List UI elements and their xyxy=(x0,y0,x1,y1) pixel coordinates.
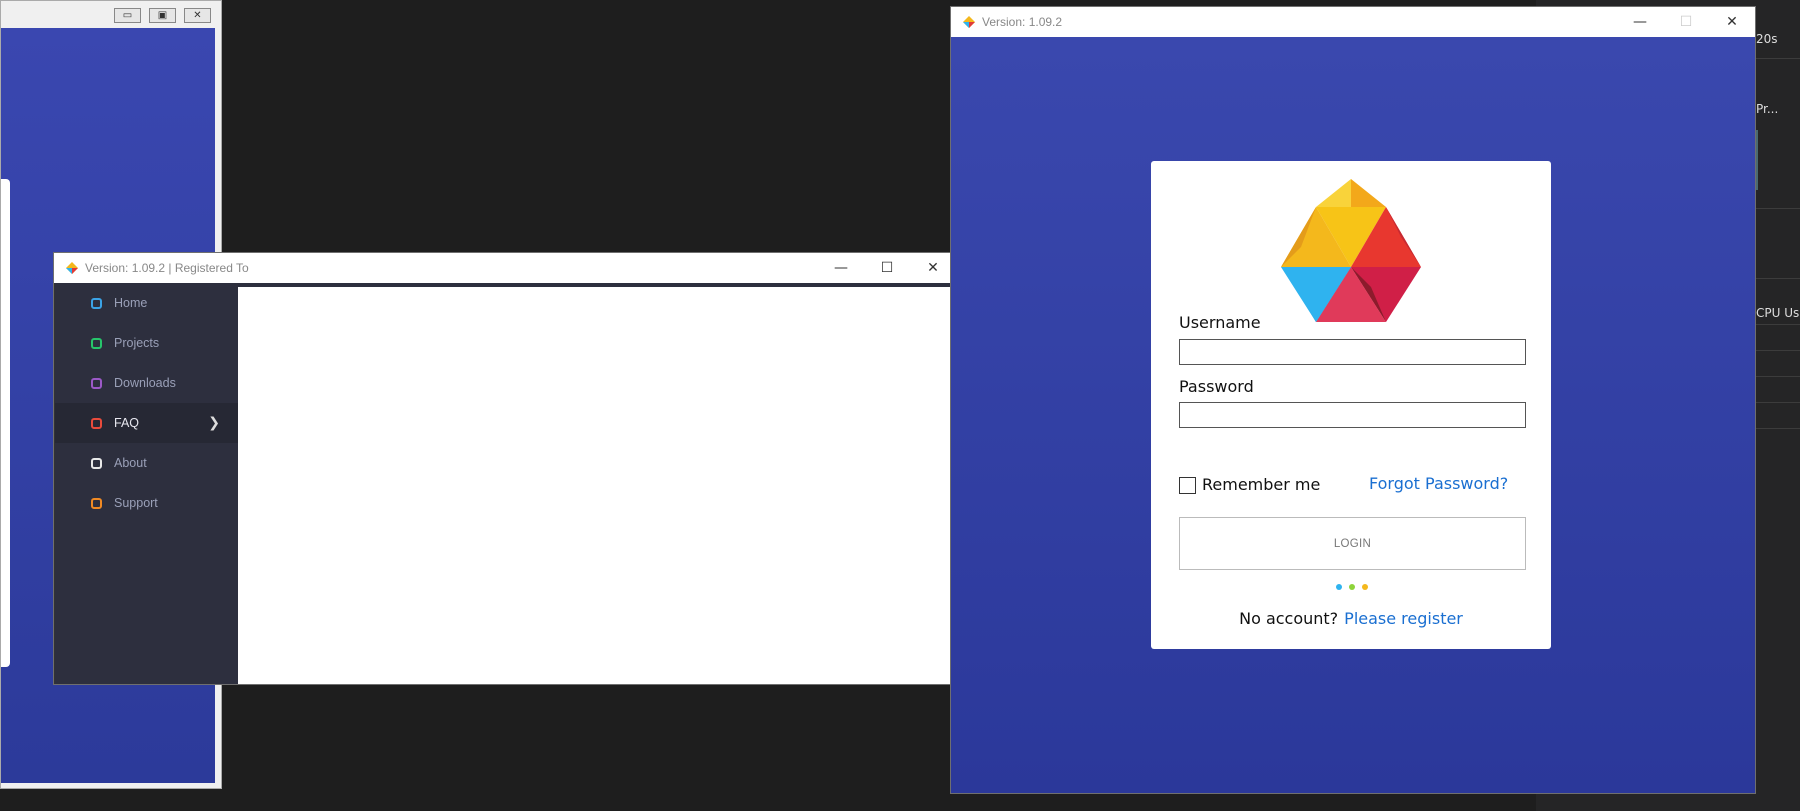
loading-indicator xyxy=(1336,584,1368,590)
minimize-icon: — xyxy=(1633,14,1647,30)
sidebar-item-label: Home xyxy=(114,296,148,310)
sidebar-item-faq[interactable]: FAQ ❯ xyxy=(55,403,238,443)
sidebar-item-label: About xyxy=(114,456,147,470)
faq-icon xyxy=(91,417,102,429)
support-icon xyxy=(91,497,102,509)
sidebar-item-label: Projects xyxy=(114,336,160,350)
tool-divider xyxy=(1752,278,1800,279)
remember-me[interactable]: Remember me xyxy=(1179,474,1320,494)
password-label: Password xyxy=(1179,377,1254,396)
tool-divider xyxy=(1752,376,1800,377)
login-window-client: Username Password Remember me Forgot Pas… xyxy=(951,37,1755,793)
minimize-button[interactable]: ▭ xyxy=(114,8,141,23)
sidebar-item-support[interactable]: Support xyxy=(55,483,238,523)
tool-label-time: 20s xyxy=(1756,32,1778,46)
remember-me-checkbox[interactable] xyxy=(1179,477,1196,494)
app-logo-icon xyxy=(962,15,976,29)
close-button[interactable]: ✕ xyxy=(910,253,956,283)
window-title: Version: 1.09.2 xyxy=(982,15,1063,29)
close-icon: ✕ xyxy=(927,260,939,276)
loading-dot xyxy=(1349,584,1355,590)
main-window-body: Home Projects Downloads FAQ ❯ About Supp… xyxy=(54,283,956,684)
minimize-button[interactable]: — xyxy=(818,253,864,283)
home-icon xyxy=(91,297,102,309)
app-logo-icon xyxy=(65,261,79,275)
downloads-icon xyxy=(91,377,102,389)
close-button[interactable]: ✕ xyxy=(184,8,211,23)
tool-divider xyxy=(1752,350,1800,351)
username-label: Username xyxy=(1179,313,1261,332)
remember-me-label: Remember me xyxy=(1202,474,1321,494)
sidebar-item-label: FAQ xyxy=(114,416,140,430)
maximize-button[interactable]: ☐ xyxy=(864,253,910,283)
tool-divider xyxy=(1752,208,1800,209)
sidebar-item-downloads[interactable]: Downloads xyxy=(55,363,238,403)
window-title: Version: 1.09.2 | Registered To xyxy=(85,261,249,275)
minimize-button[interactable]: — xyxy=(1617,7,1663,37)
content-panel xyxy=(238,283,956,684)
chevron-right-icon: ❯ xyxy=(208,415,220,431)
sidebar-item-label: Downloads xyxy=(114,376,176,390)
main-window: Version: 1.09.2 | Registered To — ☐ ✕ Ho… xyxy=(54,253,956,684)
sidebar-item-label: Support xyxy=(114,496,158,510)
tool-label-process: Pr... xyxy=(1756,102,1779,116)
sidebar-item-home[interactable]: Home xyxy=(55,283,238,323)
close-icon: ✕ xyxy=(1726,14,1738,30)
projects-icon xyxy=(91,337,102,349)
register-link[interactable]: Please register xyxy=(1344,609,1463,628)
maximize-icon: ☐ xyxy=(1679,14,1693,30)
brand-logo xyxy=(1281,179,1421,322)
background-window-titlebar: ▭ ▣ ✕ xyxy=(1,1,221,28)
sidebar: Home Projects Downloads FAQ ❯ About Supp… xyxy=(54,283,238,684)
close-button[interactable]: ✕ xyxy=(1709,7,1755,37)
loading-dot xyxy=(1362,584,1368,590)
username-input[interactable] xyxy=(1179,339,1526,365)
main-window-titlebar[interactable]: Version: 1.09.2 | Registered To — ☐ ✕ xyxy=(54,253,956,283)
tool-label-cpu: CPU Usag xyxy=(1756,306,1800,320)
sidebar-item-projects[interactable]: Projects xyxy=(55,323,238,363)
register-prompt: No account? Please register xyxy=(1151,609,1551,628)
maximize-button: ☐ xyxy=(1663,7,1709,37)
tool-divider xyxy=(1752,58,1800,59)
login-window-titlebar[interactable]: Version: 1.09.2 — ☐ ✕ xyxy=(951,7,1755,37)
forgot-password-link[interactable]: Forgot Password? xyxy=(1369,474,1508,493)
password-input[interactable] xyxy=(1179,402,1526,428)
tool-divider xyxy=(1752,428,1800,429)
tool-divider xyxy=(1752,402,1800,403)
restore-button[interactable]: ▣ xyxy=(149,8,176,23)
background-panel-edge xyxy=(1,179,10,667)
no-account-text: No account? xyxy=(1239,609,1339,628)
maximize-icon: ☐ xyxy=(880,260,894,276)
login-card: Username Password Remember me Forgot Pas… xyxy=(1151,161,1551,649)
about-icon xyxy=(91,457,102,469)
loading-dot xyxy=(1336,584,1342,590)
tool-divider xyxy=(1752,324,1800,325)
login-button[interactable]: LOGIN xyxy=(1179,517,1526,570)
login-window: Version: 1.09.2 — ☐ ✕ Username Password … xyxy=(951,7,1755,793)
minimize-icon: — xyxy=(834,260,848,276)
sidebar-item-about[interactable]: About xyxy=(55,443,238,483)
